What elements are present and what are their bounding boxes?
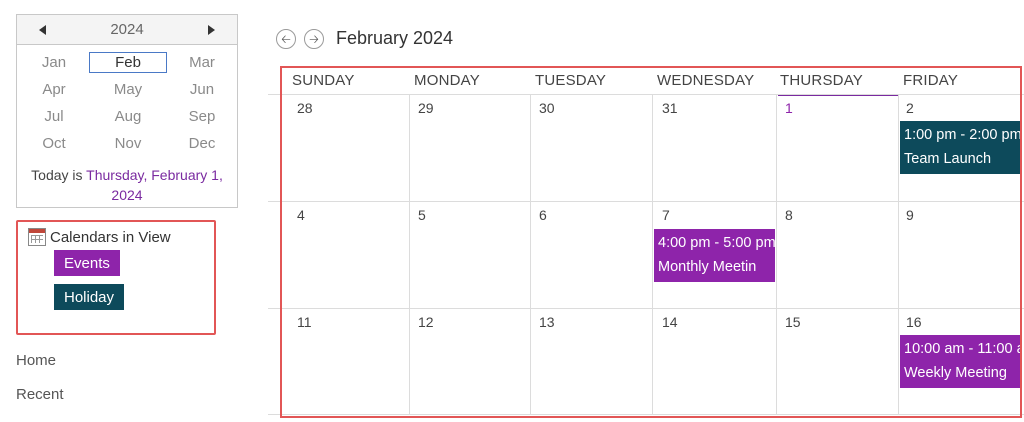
day-cell-8[interactable]: 8 (785, 207, 793, 223)
calendar-holiday-button[interactable]: Holiday (54, 284, 125, 310)
day-header-friday: FRIDAY (903, 72, 959, 89)
grid-line (652, 95, 653, 415)
month-may[interactable]: May (91, 76, 165, 103)
grid-line (268, 201, 1024, 202)
calendars-in-view-title: Calendars in View (50, 228, 171, 246)
today-prefix: Today is (31, 167, 87, 183)
next-month-arrow-icon[interactable]: 🡢 (304, 28, 324, 49)
calendar-icon (28, 228, 46, 246)
day-cell-7[interactable]: 7 (662, 207, 670, 223)
month-feb[interactable]: Feb (89, 49, 167, 76)
month-sep[interactable]: Sep (165, 103, 239, 130)
event-title: Weekly Meeting (904, 365, 1007, 381)
month-dec[interactable]: Dec (165, 130, 239, 157)
calendars-in-view-panel: Calendars in View Events Holiday (16, 220, 216, 335)
grid-line (530, 95, 531, 415)
nav-recent-link[interactable]: Recent (16, 386, 64, 403)
next-year-arrow-icon[interactable] (208, 24, 215, 35)
event-time: 10:00 am - 11:00 am (904, 341, 1020, 357)
month-nov[interactable]: Nov (91, 130, 165, 157)
day-header-monday: MONDAY (414, 72, 480, 89)
grid-line (409, 95, 410, 415)
day-cell-5[interactable]: 5 (418, 207, 426, 223)
day-cell-31[interactable]: 31 (662, 100, 678, 116)
day-cell-4[interactable]: 4 (297, 207, 305, 223)
event-weekly-meeting[interactable]: 10:00 am - 11:00 am Weekly Meeting (900, 335, 1020, 388)
event-title: Team Launch (904, 151, 992, 167)
grid-line (268, 94, 1024, 95)
grid-line (898, 95, 899, 415)
day-header-tuesday: TUESDAY (535, 72, 607, 89)
day-cell-28[interactable]: 28 (297, 100, 313, 116)
previous-year-arrow-icon[interactable] (39, 24, 46, 35)
previous-month-arrow-icon[interactable]: 🡠 (276, 28, 296, 49)
date-picker-header: 2024 (17, 15, 237, 45)
event-team-launch[interactable]: 1:00 pm - 2:00 pm Team Launch (900, 121, 1020, 174)
day-header-sunday: SUNDAY (292, 72, 355, 89)
today-indicator: Today is Thursday, February 1, 2024 (17, 165, 237, 205)
day-cell-6[interactable]: 6 (539, 207, 547, 223)
month-jan[interactable]: Jan (17, 49, 91, 76)
grid-line (776, 95, 777, 415)
month-title: February 2024 (336, 28, 454, 48)
today-link[interactable]: Thursday, February 1, 2024 (86, 167, 223, 203)
grid-line (268, 308, 1024, 309)
day-header-wednesday: WEDNESDAY (657, 72, 755, 89)
day-cell-1-today[interactable]: 1 (785, 100, 793, 116)
month-oct[interactable]: Oct (17, 130, 91, 157)
picker-year[interactable]: 2024 (110, 21, 143, 38)
month-jul[interactable]: Jul (17, 103, 91, 130)
month-mar[interactable]: Mar (165, 49, 239, 76)
day-header-thursday: THURSDAY (780, 72, 863, 89)
event-time: 1:00 pm - 2:00 pm (904, 127, 1020, 143)
month-jun[interactable]: Jun (165, 76, 239, 103)
grid-line (268, 414, 1024, 415)
date-picker: 2024 Jan Feb Mar Apr May Jun Jul Aug Sep… (16, 14, 238, 208)
calendars-in-view-heading: Calendars in View (28, 228, 171, 246)
calendar-navigation: 🡠 🡢 February 2024 (276, 28, 453, 49)
month-grid: Jan Feb Mar Apr May Jun Jul Aug Sep Oct … (17, 45, 237, 157)
day-cell-2[interactable]: 2 (906, 100, 914, 116)
calendar-events-button[interactable]: Events (54, 250, 120, 276)
day-cell-11[interactable]: 11 (297, 314, 312, 330)
day-cell-16[interactable]: 16 (906, 314, 922, 330)
day-cell-9[interactable]: 9 (906, 207, 914, 223)
day-cell-30[interactable]: 30 (539, 100, 555, 116)
month-aug[interactable]: Aug (91, 103, 165, 130)
event-monthly-meeting[interactable]: 4:00 pm - 5:00 pm Monthly Meetin (654, 229, 775, 282)
day-cell-13[interactable]: 13 (539, 314, 555, 330)
day-cell-29[interactable]: 29 (418, 100, 434, 116)
nav-home-link[interactable]: Home (16, 352, 56, 369)
day-cell-12[interactable]: 12 (418, 314, 434, 330)
day-cell-14[interactable]: 14 (662, 314, 678, 330)
month-apr[interactable]: Apr (17, 76, 91, 103)
event-time: 4:00 pm - 5:00 pm (658, 235, 775, 251)
event-title: Monthly Meetin (658, 259, 757, 275)
day-cell-15[interactable]: 15 (785, 314, 801, 330)
